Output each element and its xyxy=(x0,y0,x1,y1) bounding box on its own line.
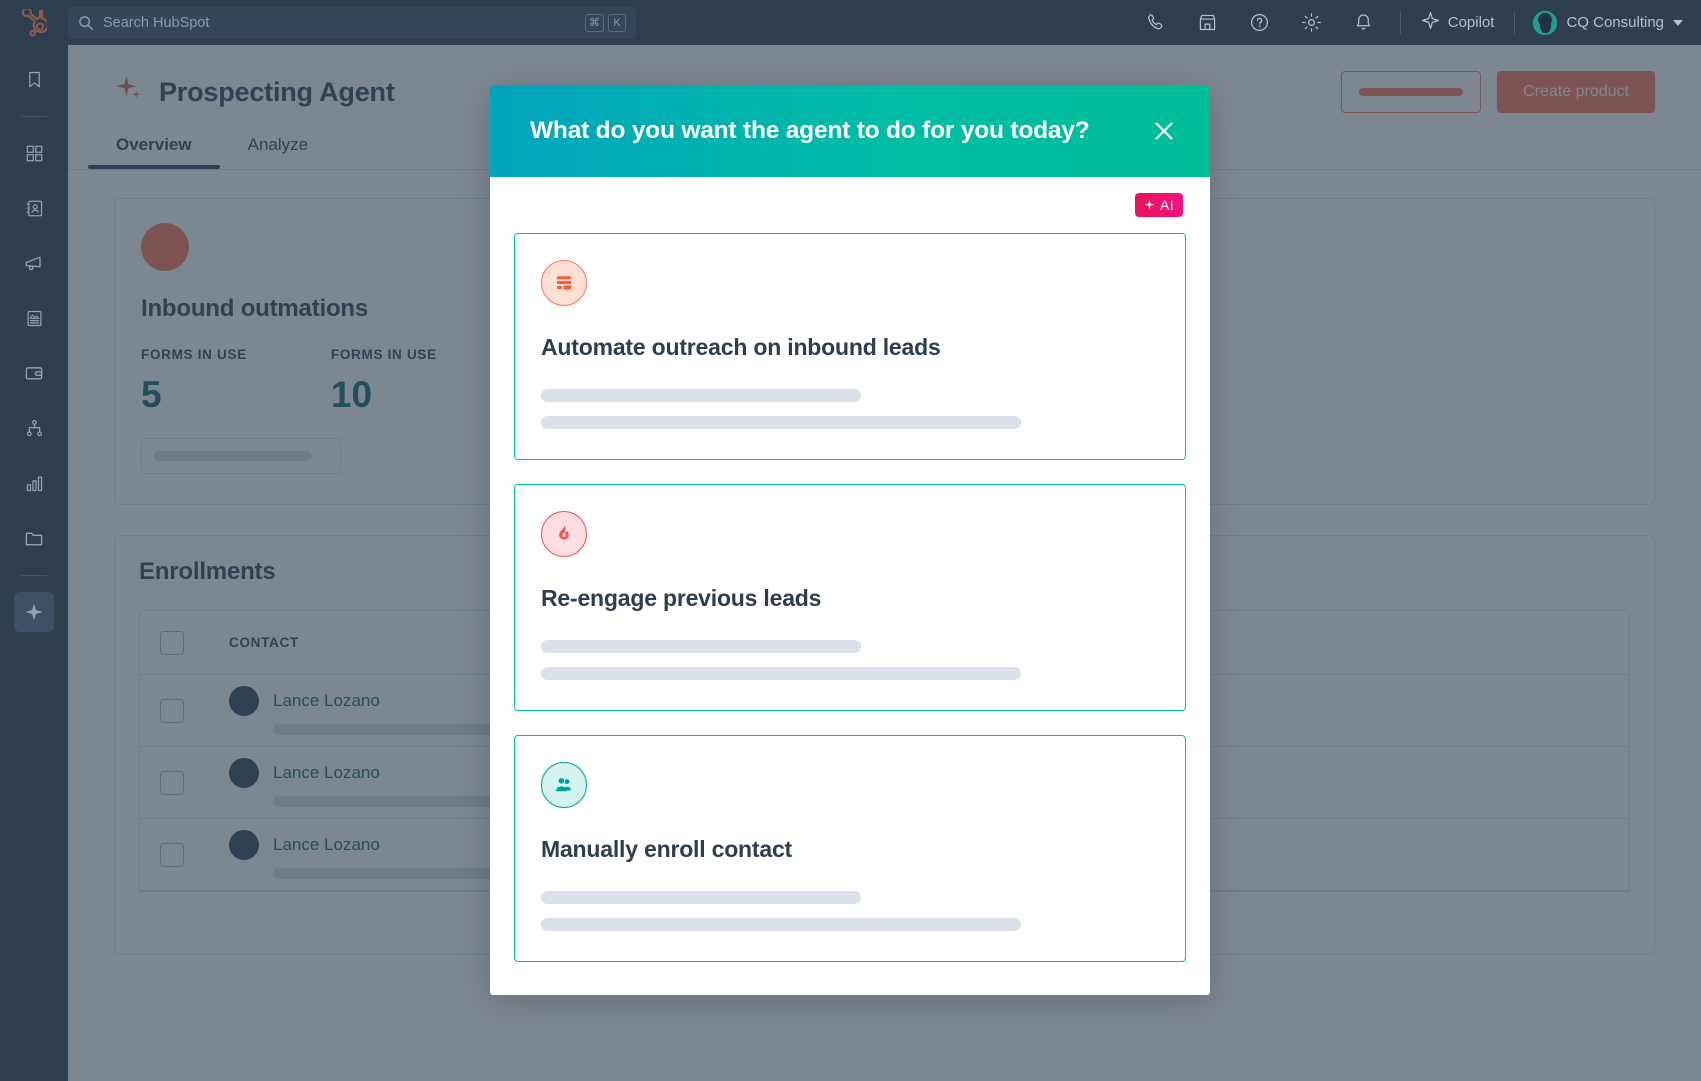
sidebar-item-agents[interactable] xyxy=(14,592,54,632)
contact-name[interactable]: Lance Lozano xyxy=(273,835,380,855)
chevron-down-icon xyxy=(1673,19,1683,26)
agent-task-modal: What do you want the agent to do for you… xyxy=(490,85,1210,995)
search-placeholder: Search HubSpot xyxy=(103,14,210,31)
phone-icon[interactable] xyxy=(1130,0,1182,45)
sidebar-item-reporting[interactable] xyxy=(14,463,54,503)
option-placeholder-line xyxy=(541,918,1021,931)
divider xyxy=(21,575,47,576)
sidebar-item-commerce[interactable] xyxy=(14,353,54,393)
row-checkbox[interactable] xyxy=(160,842,184,867)
option-reengage-leads[interactable]: Re-engage previous leads xyxy=(514,484,1186,711)
avatar xyxy=(229,686,259,716)
search-shortcut: ⌘ K xyxy=(585,13,626,32)
divider xyxy=(21,116,47,117)
sidebar-item-automations[interactable] xyxy=(14,408,54,448)
metric: FORMS IN USE 10 xyxy=(331,347,437,416)
avatar xyxy=(229,830,259,860)
option-placeholder-line xyxy=(541,667,1021,680)
metric-label: FORMS IN USE xyxy=(330,347,437,362)
divider xyxy=(1399,11,1401,34)
avatar xyxy=(229,758,259,788)
account-label: CQ Consulting xyxy=(1566,14,1664,31)
sidebar-item-library[interactable] xyxy=(14,518,54,558)
kbd-k: K xyxy=(608,13,626,32)
hubspot-sprocket-logo[interactable] xyxy=(0,8,68,37)
tab-overview[interactable]: Overview xyxy=(88,135,220,169)
sidebar-item-marketing[interactable] xyxy=(14,243,54,283)
modal-body: AI Automate outreach on inbound leads Re… xyxy=(490,177,1210,995)
form-icon xyxy=(541,260,587,306)
help-icon[interactable] xyxy=(1234,0,1286,45)
option-manually-enroll[interactable]: Manually enroll contact xyxy=(514,735,1186,962)
metric-value: 10 xyxy=(330,374,373,415)
settings-gear-icon[interactable] xyxy=(1286,0,1338,45)
option-title: Re-engage previous leads xyxy=(541,585,822,611)
agent-option-list: Automate outreach on inbound leads Re-en… xyxy=(514,233,1186,962)
contacts-group-icon xyxy=(541,762,587,808)
option-title: Automate outreach on inbound leads xyxy=(541,334,941,360)
app-root: Search HubSpot ⌘ K Copilot CQ Consulting… xyxy=(0,0,1701,1081)
metric-value: 5 xyxy=(141,374,162,415)
sidebar-item-crm[interactable] xyxy=(14,188,54,228)
modal-title: What do you want the agent to do for you… xyxy=(530,117,1090,144)
sparkle-icon xyxy=(1421,11,1440,34)
search-input[interactable]: Search HubSpot ⌘ K xyxy=(68,6,636,39)
close-icon[interactable] xyxy=(1144,111,1184,151)
stat-card-footer-button[interactable] xyxy=(141,438,341,474)
sidebar-item-workspaces[interactable] xyxy=(14,133,54,173)
option-automate-outreach[interactable]: Automate outreach on inbound leads xyxy=(514,233,1186,460)
sidebar-item-content[interactable] xyxy=(14,298,54,338)
flame-icon xyxy=(541,511,587,557)
page-title-label: Prospecting Agent xyxy=(159,76,395,107)
row-checkbox[interactable] xyxy=(160,698,184,723)
kbd-cmd: ⌘ xyxy=(585,13,604,32)
ai-badge-label: AI xyxy=(1159,197,1174,213)
account-menu[interactable]: CQ Consulting xyxy=(1525,10,1683,35)
select-all-checkbox[interactable] xyxy=(160,630,184,655)
sparkle-icon xyxy=(1144,197,1155,213)
ai-badge-row: AI xyxy=(514,193,1186,217)
avatar xyxy=(1533,10,1558,35)
option-placeholder-line xyxy=(541,389,861,402)
avatar xyxy=(141,223,189,271)
page-title: Prospecting Agent xyxy=(114,74,395,111)
tab-analyze[interactable]: Analyze xyxy=(248,135,308,169)
metric: FORMS IN USE 5 xyxy=(141,347,247,416)
option-placeholder-line xyxy=(541,891,861,904)
marketplace-icon[interactable] xyxy=(1182,0,1234,45)
sidebar-item-bookmarks[interactable] xyxy=(14,59,54,99)
search-icon xyxy=(78,15,94,31)
option-placeholder-line xyxy=(541,416,1021,429)
copilot-label: Copilot xyxy=(1447,14,1495,31)
option-title: Manually enroll contact xyxy=(541,836,793,862)
option-placeholder-line xyxy=(541,640,861,653)
page-header-actions: Create product xyxy=(1341,71,1655,113)
contact-name[interactable]: Lance Lozano xyxy=(273,691,380,711)
status-badge: AI xyxy=(1134,193,1183,217)
left-sidebar xyxy=(0,45,68,1081)
divider xyxy=(1514,11,1516,34)
row-checkbox[interactable] xyxy=(160,770,184,795)
notifications-bell-icon[interactable] xyxy=(1338,0,1390,45)
secondary-action-button[interactable] xyxy=(1341,71,1482,113)
top-navigation-bar: Search HubSpot ⌘ K Copilot CQ Consulting xyxy=(0,0,1701,45)
copilot-button[interactable]: Copilot xyxy=(1411,11,1505,34)
modal-header: What do you want the agent to do for you… xyxy=(490,85,1210,177)
sparkle-icon xyxy=(114,74,144,111)
metric-label: FORMS IN USE xyxy=(141,347,247,362)
create-product-button[interactable]: Create product xyxy=(1497,71,1655,113)
top-bar-actions: Copilot CQ Consulting xyxy=(1130,0,1701,45)
contact-name[interactable]: Lance Lozano xyxy=(273,763,380,783)
